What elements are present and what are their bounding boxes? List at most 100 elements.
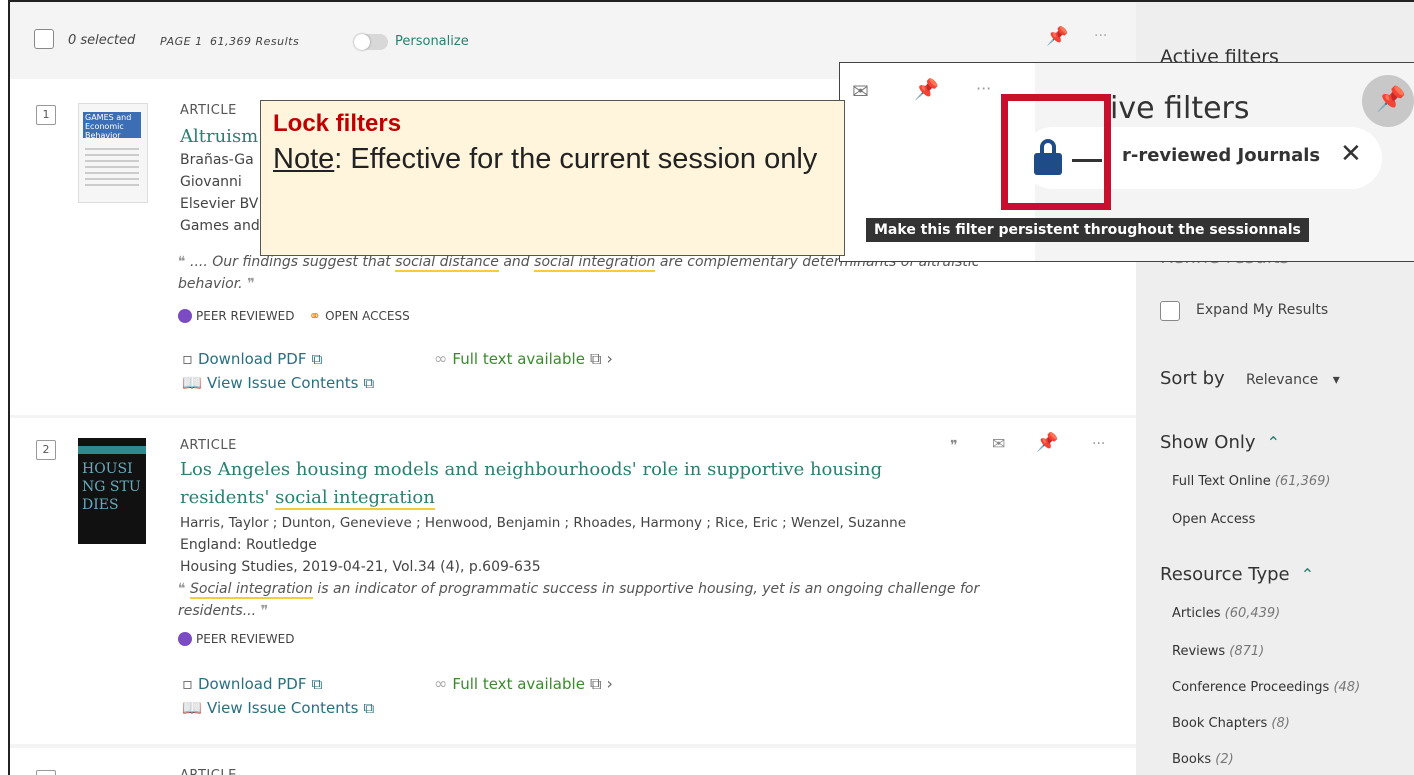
pin-icon[interactable]: 📌 — [914, 77, 939, 101]
full-text-label: Full text available — [452, 350, 585, 368]
expand-results-checkbox[interactable] — [1160, 301, 1180, 321]
filter-label: Book Chapters — [1172, 716, 1268, 731]
more-icon[interactable]: ··· — [976, 79, 991, 98]
filter-articles[interactable]: Articles (60,439) — [1172, 606, 1280, 621]
result-title-line2[interactable]: residents' social integration — [180, 484, 435, 512]
personalize-toggle[interactable] — [354, 34, 388, 50]
view-issue-link[interactable]: 📖 View Issue Contents ⧉ — [182, 698, 374, 717]
result-type: ARTICLE — [180, 768, 237, 775]
more-icon[interactable]: ··· — [1092, 436, 1105, 452]
filter-label: Books — [1172, 752, 1212, 767]
cover-title: HOUSING STUDIES — [82, 461, 141, 513]
result-number: 2 — [36, 440, 56, 460]
filter-open-access[interactable]: Open Access — [1172, 512, 1255, 527]
full-text-label: Full text available — [452, 675, 585, 693]
filter-chip-label: r-reviewed Journals — [1122, 145, 1321, 166]
download-pdf-label: Download PDF — [197, 350, 307, 368]
sort-dropdown[interactable]: Relevance ▾ — [1246, 372, 1340, 388]
zoom-inset: ✉ 📌 ··· ive filters 📌 r-reviewed Journal… — [839, 62, 1414, 262]
page-indicator: PAGE 1 — [160, 35, 203, 48]
filter-reviews[interactable]: Reviews (871) — [1172, 644, 1264, 659]
cover-thumbnail[interactable]: GAMES and Economic Behavior — [78, 103, 148, 203]
cite-icon[interactable]: ❞ — [950, 438, 958, 454]
download-pdf-link[interactable]: ▫ Download PDF ⧉ — [182, 349, 322, 368]
resource-type-title: Resource Type — [1160, 564, 1290, 585]
book-icon: 📖 — [182, 698, 202, 717]
cover-band — [78, 446, 146, 454]
close-icon[interactable]: ✕ — [1340, 139, 1362, 169]
external-link-icon: ⧉ — [363, 374, 375, 392]
show-only-header[interactable]: Show Only ⌃ — [1160, 432, 1280, 453]
result-authors: Brañas-Ga — [180, 152, 254, 168]
peer-reviewed-icon — [178, 632, 192, 646]
filter-books[interactable]: Books (2) — [1172, 752, 1234, 767]
email-icon[interactable]: ✉ — [852, 79, 869, 103]
active-filters-heading-zoom: ive filters — [1110, 91, 1250, 126]
snippet-mid: and — [498, 254, 535, 270]
filter-book-chapters[interactable]: Book Chapters (8) — [1172, 716, 1290, 731]
filter-label: Full Text Online — [1172, 474, 1271, 489]
sort-label: Sort by — [1160, 368, 1225, 389]
filter-conference-proceedings[interactable]: Conference Proceedings (48) — [1172, 680, 1360, 695]
email-icon[interactable]: ✉ — [992, 434, 1005, 453]
external-link-icon: ⧉ › — [590, 349, 613, 368]
selected-count: 0 selected — [68, 33, 136, 48]
quote-close-icon: ❞ — [247, 276, 255, 292]
peer-reviewed-tag: PEER REVIEWED — [196, 309, 295, 323]
title-highlight: social integration — [275, 487, 435, 510]
filter-count: (60,439) — [1224, 606, 1281, 621]
full-text-link[interactable]: ∞ Full text available ⧉ › — [434, 349, 613, 369]
snippet-post: is an indicator of programmatic success … — [312, 581, 980, 597]
download-pdf-label: Download PDF — [197, 675, 307, 693]
result-source: Games and — [180, 218, 260, 234]
result-publisher: England: Routledge — [180, 537, 317, 553]
more-icon[interactable]: ··· — [1094, 28, 1107, 44]
pin-icon: 📌 — [1376, 85, 1406, 113]
book-icon: 📖 — [182, 373, 202, 392]
filter-full-text-online[interactable]: Full Text Online (61,369) — [1172, 474, 1331, 489]
pin-icon[interactable]: 📌 — [1046, 26, 1068, 47]
peer-reviewed-icon — [178, 309, 192, 323]
result-card-3: ARTICLE — [10, 748, 1136, 775]
pin-icon[interactable]: 📌 — [1036, 432, 1058, 453]
result-title-line1[interactable]: Los Angeles housing models and neighbour… — [180, 456, 882, 484]
highlight-box — [1001, 94, 1111, 210]
resource-type-header[interactable]: Resource Type ⌃ — [1160, 564, 1314, 585]
tags-row: PEER REVIEWED ⚭ OPEN ACCESS — [178, 307, 410, 325]
full-text-link[interactable]: ∞ Full text available ⧉ › — [434, 674, 613, 694]
filter-label: Reviews — [1172, 644, 1226, 659]
app-frame: 0 selected PAGE 1 61,369 Results Persona… — [8, 0, 1414, 775]
external-link-icon: ⧉ — [311, 350, 323, 368]
tooltip-text: Make this filter persistent throughout t… — [874, 222, 1269, 238]
expand-results-label[interactable]: Expand My Results — [1196, 302, 1328, 318]
result-number: 1 — [36, 105, 56, 125]
personalize-label[interactable]: Personalize — [395, 34, 469, 49]
result-type: ARTICLE — [180, 103, 237, 118]
cover-lines — [85, 148, 139, 188]
snippet-highlight-1: social distance — [395, 254, 499, 272]
result-authors-2: Giovanni — [180, 174, 242, 190]
pdf-icon: ▫ — [182, 349, 193, 368]
snippet-pre: .... Our findings suggest that — [190, 254, 396, 270]
tooltip-tail: nals — [1268, 222, 1301, 238]
result-publisher: Elsevier BV — [180, 196, 259, 212]
callout-title: Lock filters — [273, 110, 402, 137]
chevron-up-icon: ⌃ — [1300, 565, 1315, 584]
cover-title: GAMES and Economic Behavior — [83, 112, 141, 138]
caret-down-icon: ▾ — [1332, 372, 1340, 388]
filter-count: (2) — [1215, 752, 1234, 767]
result-title[interactable]: Altruism — [180, 123, 258, 151]
callout-note-text: : Effective for the current session only — [334, 143, 818, 175]
external-link-icon: ⧉ — [363, 699, 375, 717]
pin-filters-button[interactable]: 📌 — [1362, 75, 1414, 127]
result-number — [36, 770, 56, 775]
select-all-checkbox[interactable] — [34, 29, 54, 49]
external-link-icon: ⧉ — [311, 675, 323, 693]
view-issue-label: View Issue Contents — [207, 699, 359, 717]
view-issue-link[interactable]: 📖 View Issue Contents ⧉ — [182, 373, 374, 392]
download-pdf-link[interactable]: ▫ Download PDF ⧉ — [182, 674, 322, 693]
result-snippet-line2: behavior. ❞ — [178, 273, 255, 295]
cover-thumbnail[interactable]: HOUSING STUDIES — [78, 438, 146, 544]
result-card-2: 2 HOUSING STUDIES ARTICLE ❞ ✉ 📌 ··· Los … — [10, 418, 1136, 744]
snippet-highlight-2: social integration — [534, 254, 656, 272]
